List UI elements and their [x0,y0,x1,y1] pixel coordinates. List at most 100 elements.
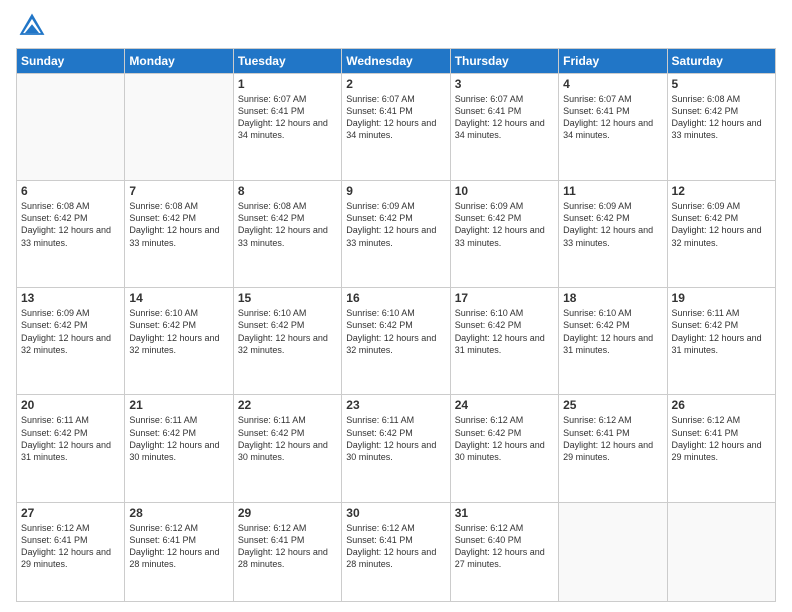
day-number: 8 [238,184,337,198]
calendar-table: SundayMondayTuesdayWednesdayThursdayFrid… [16,48,776,602]
calendar-day-cell: 14 Sunrise: 6:10 AM Sunset: 6:42 PM Dayli… [125,288,233,395]
day-info: Sunrise: 6:09 AM Sunset: 6:42 PM Dayligh… [563,200,662,249]
day-info: Sunrise: 6:07 AM Sunset: 6:41 PM Dayligh… [238,93,337,142]
calendar-day-cell: 21 Sunrise: 6:11 AM Sunset: 6:42 PM Dayli… [125,395,233,502]
day-number: 30 [346,506,445,520]
day-info: Sunrise: 6:11 AM Sunset: 6:42 PM Dayligh… [21,414,120,463]
day-number: 18 [563,291,662,305]
calendar-day-header: Wednesday [342,49,450,74]
day-info: Sunrise: 6:07 AM Sunset: 6:41 PM Dayligh… [563,93,662,142]
day-number: 28 [129,506,228,520]
day-info: Sunrise: 6:08 AM Sunset: 6:42 PM Dayligh… [672,93,771,142]
calendar-day-header: Tuesday [233,49,341,74]
day-info: Sunrise: 6:10 AM Sunset: 6:42 PM Dayligh… [238,307,337,356]
day-info: Sunrise: 6:12 AM Sunset: 6:41 PM Dayligh… [129,522,228,571]
day-info: Sunrise: 6:11 AM Sunset: 6:42 PM Dayligh… [346,414,445,463]
calendar-day-cell: 1 Sunrise: 6:07 AM Sunset: 6:41 PM Daylig… [233,74,341,181]
calendar-day-cell: 29Sunrise: 6:12 AM Sunset: 6:41 PM Dayli… [233,502,341,601]
page: SundayMondayTuesdayWednesdayThursdayFrid… [0,0,792,612]
calendar-day-cell: 8 Sunrise: 6:08 AM Sunset: 6:42 PM Daylig… [233,181,341,288]
day-number: 24 [455,398,554,412]
calendar-day-cell: 12 Sunrise: 6:09 AM Sunset: 6:42 PM Dayli… [667,181,775,288]
header [16,10,776,42]
day-number: 15 [238,291,337,305]
day-info: Sunrise: 6:10 AM Sunset: 6:42 PM Dayligh… [563,307,662,356]
day-info: Sunrise: 6:08 AM Sunset: 6:42 PM Dayligh… [21,200,120,249]
calendar-day-cell: 24 Sunrise: 6:12 AM Sunset: 6:42 PM Dayli… [450,395,558,502]
calendar-day-cell: 9 Sunrise: 6:09 AM Sunset: 6:42 PM Daylig… [342,181,450,288]
day-number: 19 [672,291,771,305]
day-number: 5 [672,77,771,91]
day-number: 1 [238,77,337,91]
calendar-day-cell: 5 Sunrise: 6:08 AM Sunset: 6:42 PM Daylig… [667,74,775,181]
day-info: Sunrise: 6:09 AM Sunset: 6:42 PM Dayligh… [455,200,554,249]
day-number: 9 [346,184,445,198]
calendar-day-cell [559,502,667,601]
calendar-day-cell: 6 Sunrise: 6:08 AM Sunset: 6:42 PM Daylig… [17,181,125,288]
calendar-day-cell: 17 Sunrise: 6:10 AM Sunset: 6:42 PM Dayli… [450,288,558,395]
logo [16,10,52,42]
calendar-day-cell: 31Sunrise: 6:12 AM Sunset: 6:40 PM Dayli… [450,502,558,601]
calendar-day-header: Saturday [667,49,775,74]
day-info: Sunrise: 6:12 AM Sunset: 6:41 PM Dayligh… [563,414,662,463]
logo-icon [16,10,48,42]
day-info: Sunrise: 6:11 AM Sunset: 6:42 PM Dayligh… [238,414,337,463]
calendar-day-cell: 26 Sunrise: 6:12 AM Sunset: 6:41 PM Dayli… [667,395,775,502]
calendar-day-cell: 23Sunrise: 6:11 AM Sunset: 6:42 PM Dayli… [342,395,450,502]
calendar-day-header: Thursday [450,49,558,74]
calendar-day-cell [125,74,233,181]
day-number: 26 [672,398,771,412]
calendar-day-header: Friday [559,49,667,74]
calendar-day-header: Monday [125,49,233,74]
day-number: 11 [563,184,662,198]
day-info: Sunrise: 6:08 AM Sunset: 6:42 PM Dayligh… [238,200,337,249]
day-info: Sunrise: 6:10 AM Sunset: 6:42 PM Dayligh… [129,307,228,356]
day-number: 16 [346,291,445,305]
day-info: Sunrise: 6:10 AM Sunset: 6:42 PM Dayligh… [455,307,554,356]
calendar-day-cell: 13Sunrise: 6:09 AM Sunset: 6:42 PM Dayli… [17,288,125,395]
calendar-day-cell: 7Sunrise: 6:08 AM Sunset: 6:42 PM Daylig… [125,181,233,288]
calendar-day-cell: 20 Sunrise: 6:11 AM Sunset: 6:42 PM Dayli… [17,395,125,502]
calendar-day-cell: 28 Sunrise: 6:12 AM Sunset: 6:41 PM Dayli… [125,502,233,601]
day-number: 27 [21,506,120,520]
day-info: Sunrise: 6:12 AM Sunset: 6:41 PM Dayligh… [21,522,120,571]
day-number: 29 [238,506,337,520]
day-info: Sunrise: 6:12 AM Sunset: 6:41 PM Dayligh… [672,414,771,463]
calendar-week-row: 27 Sunrise: 6:12 AM Sunset: 6:41 PM Dayli… [17,502,776,601]
calendar-day-header: Sunday [17,49,125,74]
day-info: Sunrise: 6:07 AM Sunset: 6:41 PM Dayligh… [455,93,554,142]
calendar-week-row: 6 Sunrise: 6:08 AM Sunset: 6:42 PM Daylig… [17,181,776,288]
calendar-day-cell: 4 Sunrise: 6:07 AM Sunset: 6:41 PM Daylig… [559,74,667,181]
day-number: 6 [21,184,120,198]
day-info: Sunrise: 6:12 AM Sunset: 6:42 PM Dayligh… [455,414,554,463]
calendar-day-cell: 15 Sunrise: 6:10 AM Sunset: 6:42 PM Dayli… [233,288,341,395]
calendar-day-cell: 11 Sunrise: 6:09 AM Sunset: 6:42 PM Dayli… [559,181,667,288]
calendar-day-cell: 19 Sunrise: 6:11 AM Sunset: 6:42 PM Dayli… [667,288,775,395]
day-number: 12 [672,184,771,198]
day-number: 13 [21,291,120,305]
day-info: Sunrise: 6:09 AM Sunset: 6:42 PM Dayligh… [346,200,445,249]
day-info: Sunrise: 6:09 AM Sunset: 6:42 PM Dayligh… [672,200,771,249]
calendar-day-cell: 30Sunrise: 6:12 AM Sunset: 6:41 PM Dayli… [342,502,450,601]
day-info: Sunrise: 6:11 AM Sunset: 6:42 PM Dayligh… [129,414,228,463]
day-info: Sunrise: 6:11 AM Sunset: 6:42 PM Dayligh… [672,307,771,356]
day-info: Sunrise: 6:10 AM Sunset: 6:42 PM Dayligh… [346,307,445,356]
calendar-week-row: 1 Sunrise: 6:07 AM Sunset: 6:41 PM Daylig… [17,74,776,181]
day-number: 14 [129,291,228,305]
calendar-day-cell: 27 Sunrise: 6:12 AM Sunset: 6:41 PM Dayli… [17,502,125,601]
calendar-week-row: 13Sunrise: 6:09 AM Sunset: 6:42 PM Dayli… [17,288,776,395]
calendar-day-cell [17,74,125,181]
calendar-day-cell [667,502,775,601]
calendar-day-cell: 16 Sunrise: 6:10 AM Sunset: 6:42 PM Dayli… [342,288,450,395]
calendar-day-cell: 10Sunrise: 6:09 AM Sunset: 6:42 PM Dayli… [450,181,558,288]
day-number: 21 [129,398,228,412]
day-info: Sunrise: 6:12 AM Sunset: 6:40 PM Dayligh… [455,522,554,571]
day-number: 17 [455,291,554,305]
calendar-day-cell: 18 Sunrise: 6:10 AM Sunset: 6:42 PM Dayli… [559,288,667,395]
day-number: 4 [563,77,662,91]
calendar-day-cell: 25Sunrise: 6:12 AM Sunset: 6:41 PM Dayli… [559,395,667,502]
day-number: 2 [346,77,445,91]
day-number: 22 [238,398,337,412]
day-number: 20 [21,398,120,412]
calendar-header-row: SundayMondayTuesdayWednesdayThursdayFrid… [17,49,776,74]
